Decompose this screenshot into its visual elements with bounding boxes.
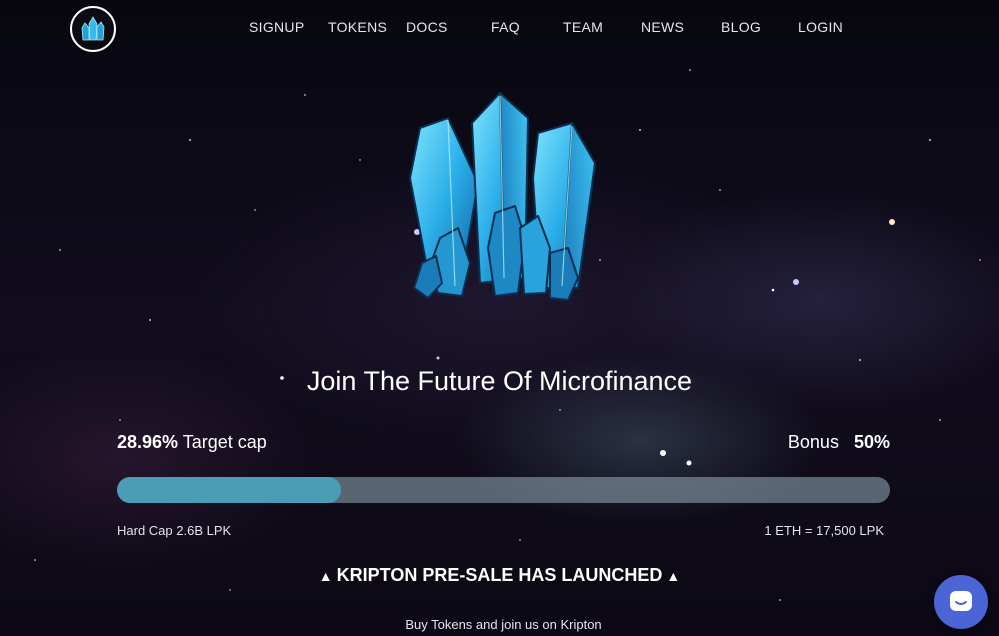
progress-text: Target cap xyxy=(182,432,267,452)
progress-percent: 28.96% xyxy=(117,432,179,452)
tagline-text: Buy Tokens and join us on Kripton xyxy=(405,617,602,632)
hero-headline: Join The Future Of Microfinance xyxy=(306,366,693,396)
progress-bar-track xyxy=(117,477,890,503)
nav-tokens[interactable]: TOKENS xyxy=(328,19,387,35)
rocket-icon: ▲ xyxy=(666,567,681,584)
nav-news[interactable]: NEWS xyxy=(641,19,684,35)
target-cap-label: 28.96% Target cap xyxy=(117,432,267,453)
nav-faq[interactable]: FAQ xyxy=(491,19,520,35)
progress-bar-fill xyxy=(117,477,341,503)
chat-button[interactable] xyxy=(934,575,988,629)
bonus-label: Bonus 50% xyxy=(788,432,890,453)
exchange-rate-text: 1 ETH = 17,500 LPK xyxy=(764,523,884,538)
presale-banner: ▲ KRIPTON PRE-SALE HAS LAUNCHED ▲ xyxy=(0,565,999,586)
nav-docs[interactable]: DOCS xyxy=(406,19,448,35)
hard-cap-text: Hard Cap 2.6B LPK xyxy=(117,523,232,538)
nav-team[interactable]: TEAM xyxy=(563,19,603,35)
rocket-icon: ▲ xyxy=(318,567,333,584)
nav-blog[interactable]: BLOG xyxy=(721,19,761,35)
chat-bubble-icon xyxy=(950,591,972,611)
bonus-text: Bonus xyxy=(787,432,839,452)
nav-signup[interactable]: SIGNUP xyxy=(249,19,304,35)
nav-login[interactable]: LOGIN xyxy=(798,19,843,35)
main-nav: SIGNUP TOKENS DOCS FAQ TEAM NEWS BLOG LO… xyxy=(0,19,999,39)
presale-text: KRIPTON PRE-SALE HAS LAUNCHED xyxy=(336,565,663,585)
crystal-cluster-icon xyxy=(409,92,596,301)
bonus-value: 50% xyxy=(853,432,890,452)
